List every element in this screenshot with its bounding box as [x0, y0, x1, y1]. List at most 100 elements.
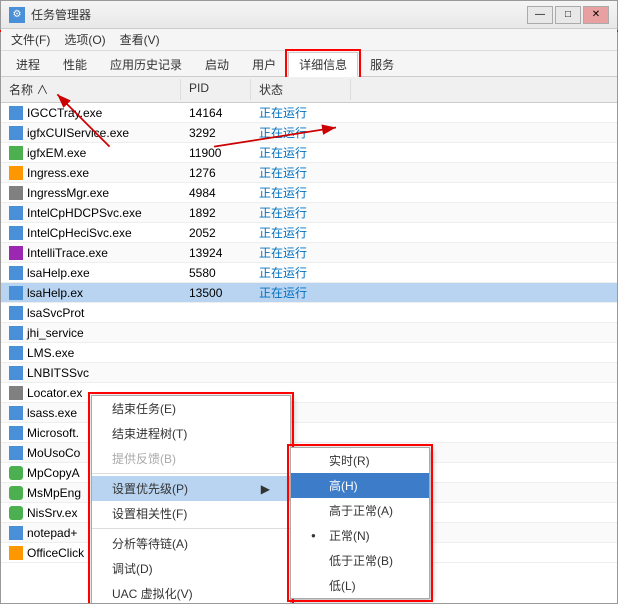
process-status [251, 312, 351, 314]
table-row[interactable]: lsaHelp.exe 5580 正在运行 [1, 263, 617, 283]
ctx-end-task[interactable]: 结束任务(E) [92, 396, 290, 421]
table-row[interactable]: lsaSvcProt [1, 303, 617, 323]
process-name: jhi_service [1, 325, 181, 341]
process-icon [9, 506, 23, 520]
table-row[interactable]: IntelliTrace.exe 13924 正在运行 [1, 243, 617, 263]
process-icon [9, 346, 23, 360]
process-name: LMS.exe [1, 345, 181, 361]
table-row[interactable]: LMS.exe [1, 343, 617, 363]
title-bar-left: ⚙ 任务管理器 [9, 6, 91, 23]
process-icon [9, 466, 23, 480]
title-bar: ⚙ 任务管理器 — □ ✕ [1, 1, 617, 29]
process-pid: 1276 [181, 165, 251, 181]
ctx-set-affinity[interactable]: 设置相关性(F) [92, 501, 290, 526]
process-status: 正在运行 [251, 263, 351, 282]
table-row[interactable]: igfxCUIService.exe 3292 正在运行 [1, 123, 617, 143]
process-pid: 13924 [181, 245, 251, 261]
tab-users[interactable]: 用户 [241, 52, 287, 76]
process-status: 正在运行 [251, 243, 351, 262]
process-table-container: 名称 ∧ PID 状态 IGCCTray.exe 14164 正在运行 igfx… [1, 77, 617, 603]
priority-below-normal-label: 低于正常(B) [329, 552, 393, 569]
process-pid [181, 392, 251, 394]
process-icon [9, 386, 23, 400]
table-row[interactable]: Ingress.exe 1276 正在运行 [1, 163, 617, 183]
priority-low[interactable]: 低(L) [291, 573, 429, 598]
process-icon [9, 486, 23, 500]
process-icon [9, 426, 23, 440]
table-row[interactable]: IngressMgr.exe 4984 正在运行 [1, 183, 617, 203]
ctx-end-tree-label: 结束进程树(T) [112, 425, 187, 442]
menu-options[interactable]: 选项(O) [58, 29, 111, 50]
table-row[interactable]: IntelCpHDCPSvc.exe 1892 正在运行 [1, 203, 617, 223]
menu-view[interactable]: 查看(V) [114, 29, 166, 50]
ctx-debug[interactable]: 调试(D) [92, 556, 290, 581]
process-pid: 4984 [181, 185, 251, 201]
process-status: 正在运行 [251, 103, 351, 122]
process-icon [9, 306, 23, 320]
ctx-separator-2 [92, 528, 290, 529]
ctx-set-priority[interactable]: 设置优先级(P) ▶ [92, 476, 290, 501]
task-manager-window: ⚙ 任务管理器 — □ ✕ 文件(F) 选项(O) 查看(V) 进程 性能 应用… [0, 0, 618, 604]
ctx-feedback-label: 提供反馈(B) [112, 450, 176, 467]
process-name: IntelCpHDCPSvc.exe [1, 205, 181, 221]
process-status [251, 372, 351, 374]
table-header: 名称 ∧ PID 状态 [1, 77, 617, 103]
process-status [251, 392, 351, 394]
title-controls: — □ ✕ [527, 6, 609, 24]
priority-high[interactable]: 高(H) [291, 473, 429, 498]
priority-below-normal[interactable]: 低于正常(B) [291, 548, 429, 573]
process-icon [9, 186, 23, 200]
tab-performance[interactable]: 性能 [52, 52, 98, 76]
header-pid[interactable]: PID [181, 79, 251, 100]
process-name: IntelliTrace.exe [1, 245, 181, 261]
process-icon [9, 146, 23, 160]
ctx-set-priority-label: 设置优先级(P) [112, 480, 188, 497]
process-icon [9, 166, 23, 180]
table-row[interactable]: igfxEM.exe 11900 正在运行 [1, 143, 617, 163]
priority-normal[interactable]: ● 正常(N) [291, 523, 429, 548]
process-name: LNBITSSvc [1, 365, 181, 381]
process-pid: 3292 [181, 125, 251, 141]
process-icon [9, 246, 23, 260]
header-name[interactable]: 名称 ∧ [1, 79, 181, 100]
table-row[interactable]: LNBITSSvc [1, 363, 617, 383]
table-row[interactable]: IntelCpHeciSvc.exe 2052 正在运行 [1, 223, 617, 243]
tab-app-history[interactable]: 应用历史记录 [99, 52, 193, 76]
table-row[interactable]: lsaHelp.ex 13500 正在运行 [1, 283, 617, 303]
tab-process[interactable]: 进程 [5, 52, 51, 76]
priority-realtime[interactable]: 实时(R) [291, 448, 429, 473]
process-icon [9, 366, 23, 380]
process-pid [181, 372, 251, 374]
process-name: IntelCpHeciSvc.exe [1, 225, 181, 241]
close-button[interactable]: ✕ [583, 6, 609, 24]
process-status [251, 332, 351, 334]
priority-normal-label: 正常(N) [329, 527, 370, 544]
ctx-end-task-label: 结束任务(E) [112, 400, 176, 417]
priority-realtime-label: 实时(R) [329, 452, 370, 469]
ctx-uac[interactable]: UAC 虚拟化(V) [92, 581, 290, 603]
process-status: 正在运行 [251, 183, 351, 202]
process-icon [9, 526, 23, 540]
process-icon [9, 106, 23, 120]
process-icon [9, 406, 23, 420]
process-pid: 5580 [181, 265, 251, 281]
maximize-button[interactable]: □ [555, 6, 581, 24]
process-icon [9, 206, 23, 220]
tab-startup[interactable]: 启动 [194, 52, 240, 76]
process-name: lsaSvcProt [1, 305, 181, 321]
header-status[interactable]: 状态 [251, 79, 351, 100]
tab-services[interactable]: 服务 [359, 52, 405, 76]
menu-bar: 文件(F) 选项(O) 查看(V) [1, 29, 617, 51]
process-icon [9, 226, 23, 240]
process-icon [9, 446, 23, 460]
table-row[interactable]: IGCCTray.exe 14164 正在运行 [1, 103, 617, 123]
priority-above-normal[interactable]: 高于正常(A) [291, 498, 429, 523]
tab-details[interactable]: 详细信息 [288, 52, 358, 77]
minimize-button[interactable]: — [527, 6, 553, 24]
ctx-end-tree[interactable]: 结束进程树(T) [92, 421, 290, 446]
ctx-analyze-chain[interactable]: 分析等待链(A) [92, 531, 290, 556]
process-pid: 1892 [181, 205, 251, 221]
table-row[interactable]: jhi_service [1, 323, 617, 343]
process-name: igfxCUIService.exe [1, 125, 181, 141]
menu-file[interactable]: 文件(F) [5, 29, 56, 50]
